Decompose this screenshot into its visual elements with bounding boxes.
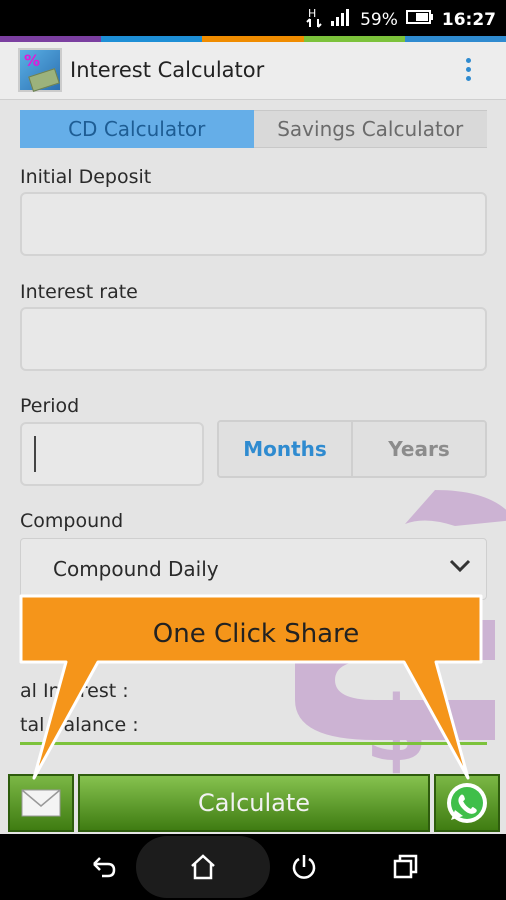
initial-deposit-label: Initial Deposit (20, 166, 152, 188)
network-h-icon: H (306, 6, 322, 33)
email-share-button[interactable] (8, 774, 74, 832)
battery-icon (405, 9, 434, 30)
text-cursor (34, 436, 36, 472)
battery-percent: 59% (360, 9, 398, 30)
calculate-button[interactable]: Calculate (78, 774, 430, 832)
calculator-tabs: CD Calculator Savings Calculator (20, 110, 487, 148)
overflow-menu-icon[interactable] (464, 58, 472, 84)
total-balance-label: tal Balance : (20, 714, 139, 736)
tab-cd-calculator[interactable]: CD Calculator (20, 110, 254, 148)
dollar-watermark-icon: $ (295, 490, 506, 782)
interest-rate-label: Interest rate (20, 281, 138, 303)
svg-text:$: $ (365, 677, 428, 782)
period-field[interactable] (20, 422, 204, 486)
whatsapp-share-button[interactable] (434, 774, 500, 832)
power-icon[interactable] (289, 852, 319, 882)
period-unit-selector: Months Years (217, 420, 487, 478)
app-title: Interest Calculator (70, 58, 265, 82)
signal-icon (330, 7, 352, 32)
tab-savings-calculator[interactable]: Savings Calculator (253, 110, 487, 148)
clock: 16:27 (441, 9, 496, 30)
period-unit-years[interactable]: Years (353, 422, 485, 476)
compound-select[interactable]: Compound Daily (20, 538, 487, 600)
period-label: Period (20, 395, 80, 417)
home-icon[interactable] (188, 852, 218, 882)
period-unit-months[interactable]: Months (219, 422, 353, 476)
whatsapp-icon (447, 783, 487, 823)
result-divider (20, 742, 487, 745)
app-bar: % Interest Calculator (0, 42, 506, 100)
main-content: $ CD Calculator Savings Calculator Initi… (0, 100, 506, 834)
status-bar: H 59% 16:27 (0, 0, 506, 36)
initial-deposit-field[interactable] (20, 192, 487, 256)
app-logo-icon: % (18, 48, 62, 92)
compound-label: Compound (20, 510, 124, 532)
svg-text:H: H (308, 7, 316, 20)
total-interest-label: al Interest : (20, 680, 129, 702)
navigation-bar (0, 834, 506, 900)
back-icon[interactable] (88, 852, 118, 882)
recents-icon[interactable] (390, 852, 420, 882)
compound-select-value: Compound Daily (53, 557, 219, 581)
email-icon (21, 789, 61, 817)
chevron-down-icon (449, 559, 471, 573)
interest-rate-field[interactable] (20, 307, 487, 371)
